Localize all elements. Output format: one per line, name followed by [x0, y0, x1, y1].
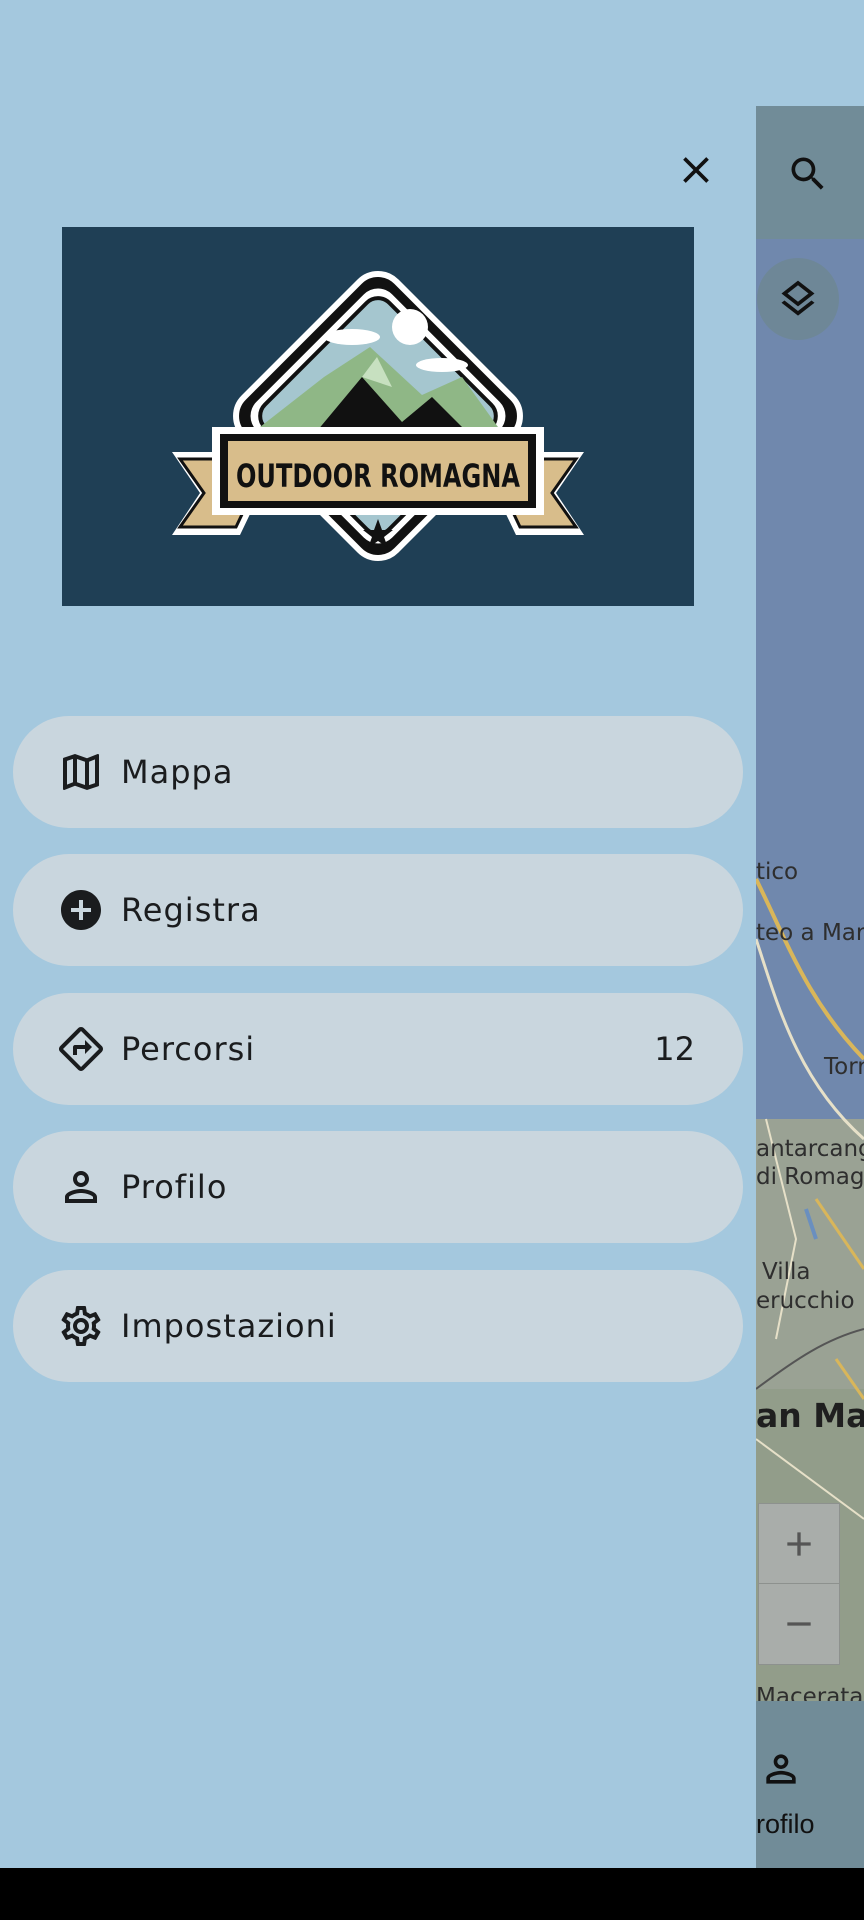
person-icon: [766, 1754, 796, 1784]
app-logo: OUTDOOR ROMAGNA: [62, 227, 694, 606]
nav-item-profile-label: rofilo: [756, 1809, 815, 1839]
drawer-item-settings[interactable]: Impostazioni: [13, 1270, 743, 1382]
drawer-item-map[interactable]: Mappa: [13, 716, 743, 828]
drawer-item-label: Percorsi: [121, 1030, 256, 1068]
settings-icon: [57, 1302, 105, 1350]
map-place-label: an Mar: [756, 1396, 864, 1435]
drawer-item-label: Mappa: [121, 753, 234, 791]
map-place-label: Villa: [762, 1259, 811, 1285]
map-icon: [57, 748, 105, 796]
directions-icon: [57, 1025, 105, 1073]
drawer-item-record[interactable]: Registra: [13, 854, 743, 966]
drawer-item-routes[interactable]: Percorsi 12: [13, 993, 743, 1105]
search-icon: [791, 157, 824, 190]
routes-count-badge: 12: [654, 1030, 695, 1068]
nav-item-profile[interactable]: rofilo: [756, 1701, 864, 1868]
outdoor-romagna-logo: OUTDOOR ROMAGNA: [172, 271, 584, 561]
zoom-in-button[interactable]: [758, 1503, 840, 1585]
drawer-item-profile[interactable]: Profilo: [13, 1131, 743, 1243]
layers-icon: [781, 280, 815, 316]
drawer-item-label: Profilo: [121, 1168, 228, 1206]
map-place-label: antarcange: [756, 1136, 864, 1162]
drawer-item-label: Impostazioni: [121, 1307, 337, 1345]
map-place-label: erucchio: [756, 1288, 855, 1314]
map-app-bar: [756, 106, 864, 239]
person-icon: [57, 1163, 105, 1211]
drawer-item-label: Registra: [121, 891, 261, 929]
add-circle-icon: [57, 886, 105, 934]
system-navigation-bar: [0, 1868, 864, 1920]
map-roads: [756, 878, 864, 1520]
map-place-label: teo a Mare: [756, 920, 864, 946]
layers-button[interactable]: [757, 258, 839, 340]
map-place-label: Torr: [824, 1054, 864, 1080]
close-drawer-button[interactable]: [664, 138, 728, 202]
plus-icon: [787, 1532, 811, 1556]
close-icon: [683, 157, 709, 183]
zoom-out-button[interactable]: [758, 1583, 840, 1665]
search-button[interactable]: [780, 146, 836, 202]
bottom-navigation: rofilo: [756, 1701, 864, 1868]
navigation-drawer: OUTDOOR ROMAGNA Mappa Registra Percorsi …: [0, 0, 756, 1868]
svg-text:OUTDOOR ROMAGNA: OUTDOOR ROMAGNA: [236, 457, 520, 495]
map-place-label: di Romagn: [756, 1164, 864, 1190]
map-place-label: tico: [756, 859, 799, 885]
minus-icon: [787, 1622, 811, 1626]
map-view[interactable]: tico teo a Mare Torr antarcange di Romag…: [756, 239, 864, 1701]
map-place-label: Macerata: [756, 1684, 864, 1701]
